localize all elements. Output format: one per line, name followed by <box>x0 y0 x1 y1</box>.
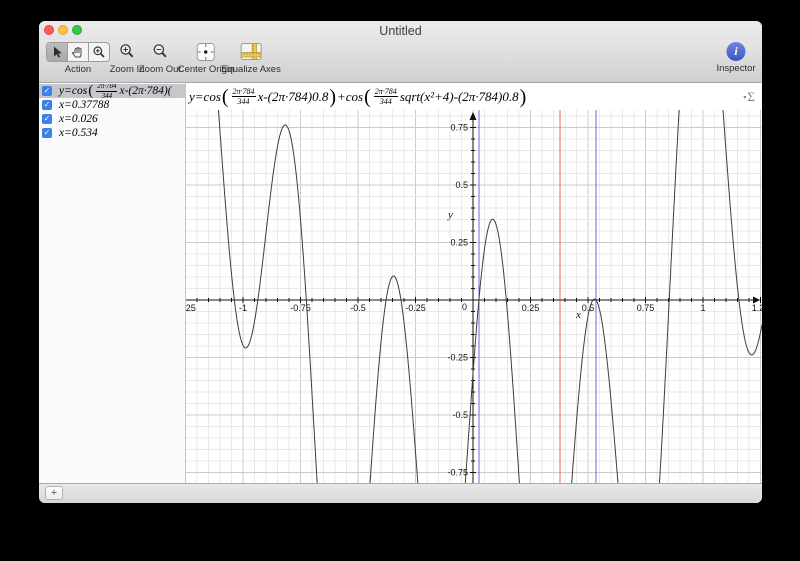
chevron-down-icon: ▾ <box>743 94 747 101</box>
center-origin-icon <box>197 43 215 61</box>
arrow-cursor-icon <box>54 46 62 58</box>
inspector-label: Inspector <box>716 63 756 74</box>
graph-panel: y=cos(2π·784 344 x-(2π·784)0.8) +cos(2π·784… <box>186 83 762 483</box>
magnifier-plus-icon <box>93 46 105 58</box>
math-segment: sqrt(x²+4)-(2π·784)0.8 <box>399 88 519 104</box>
x-tick-label: 0.25 <box>522 303 540 313</box>
constant-x-lines <box>478 110 597 483</box>
x-tick-label: 1.25 <box>752 303 762 313</box>
y-tick-label: 0.25 <box>450 238 468 248</box>
math-segment: y=cos <box>59 85 88 97</box>
equation-row[interactable]: ✓ y=cos(2π·784 344 x-(2π·784)( <box>39 84 185 98</box>
math-segment: ) <box>329 85 337 108</box>
bottom-bar: + <box>39 483 762 503</box>
math-segment: ( <box>364 85 371 108</box>
math-segment: ( <box>88 84 94 98</box>
math-segment: ( <box>221 85 229 108</box>
y-axis-name: y <box>447 209 453 221</box>
equation-visibility-checkbox[interactable]: ✓ <box>42 100 52 110</box>
equation-visibility-checkbox[interactable]: ✓ <box>42 128 52 138</box>
x-axis-name: x <box>575 309 581 321</box>
equalize-axes-label: Equalize Axes <box>221 64 281 75</box>
y-tick-label: 0.5 <box>455 180 468 190</box>
x-tick-label: -1 <box>239 303 247 313</box>
x-tick-label: 0.5 <box>582 303 595 313</box>
equation-row-label: y=cos(2π·784 344 x-(2π·784)( <box>59 84 172 98</box>
origin-label: 0 <box>462 302 467 312</box>
grapher-window: Untitled Action Zoom In Zoom Out Center … <box>39 21 762 503</box>
y-tick-label: -0.75 <box>447 468 468 478</box>
action-segmented-control <box>46 42 110 62</box>
math-segment: x=0.37788 <box>59 99 110 111</box>
x-tick-label: -0.75 <box>290 303 311 313</box>
desktop: { "window": { "title": "Untitled" }, "to… <box>0 0 800 561</box>
zoom-out-button[interactable]: Zoom Out <box>139 42 181 75</box>
content-area: ✓ y=cos(2π·784 344 x-(2π·784)(✓ x=0.37788 ✓ x=… <box>39 83 762 483</box>
inspector-button[interactable]: i Inspector <box>716 42 756 74</box>
equalize-axes-icon <box>240 43 262 60</box>
x-tick-label: 1 <box>700 303 705 313</box>
equation-row[interactable]: ✓ x=0.026 <box>39 112 185 126</box>
equation-visibility-checkbox[interactable]: ✓ <box>42 86 52 96</box>
equation-row-label: x=0.534 <box>59 127 98 139</box>
math-segment: 2π·784 344 <box>96 84 118 98</box>
zoom-loupe-tool-button[interactable] <box>89 43 109 61</box>
equation-row-label: x=0.37788 <box>59 99 109 111</box>
math-segment: x-(2π·784)( <box>119 85 172 97</box>
equation-row[interactable]: ✓ x=0.37788 <box>39 98 185 112</box>
math-segment: 2π·784 344 <box>373 86 398 106</box>
hand-tool-button[interactable] <box>68 43 89 61</box>
action-tool-group: Action <box>46 42 110 75</box>
zoom-out-label: Zoom Out <box>138 64 182 75</box>
graph-canvas[interactable]: -1.25 -1 -0.75 -0.5 -0.25 0.25 0.5 0.75 1 1.25 -0.… <box>186 110 762 483</box>
main-equation[interactable]: y=cos(2π·784 344 x-(2π·784)0.8) +cos(2π·784… <box>189 87 527 107</box>
math-segment: ) <box>519 85 527 108</box>
y-tick-label: 0.75 <box>450 123 468 133</box>
y-tick-label: -0.25 <box>447 353 468 363</box>
add-equation-button[interactable]: + <box>45 486 63 500</box>
title-bar[interactable]: Untitled <box>39 21 762 40</box>
window-title: Untitled <box>379 24 422 38</box>
axes <box>186 112 761 483</box>
equation-row-label: x=0.026 <box>59 113 98 125</box>
x-tick-label: -0.5 <box>350 303 366 313</box>
toolbar: Action Zoom In Zoom Out Center Origin Eq… <box>39 40 762 83</box>
equation-list-panel: ✓ y=cos(2π·784 344 x-(2π·784)( ✓ x=0.37788 ✓ x=… <box>39 83 186 483</box>
equation-palette-button[interactable]: ▾ Σ <box>743 89 755 105</box>
inspector-icon: i <box>726 42 746 61</box>
equation-row[interactable]: ✓ x=0.534 <box>39 126 185 140</box>
sigma-icon: Σ <box>747 89 755 104</box>
math-segment: +cos <box>337 88 364 104</box>
x-tick-label: -1.25 <box>186 303 196 313</box>
arrow-cursor-tool-button[interactable] <box>47 43 68 61</box>
math-segment: 2π·784 344 <box>231 86 256 106</box>
math-segment: x=0.534 <box>59 127 98 139</box>
x-tick-label: 0.75 <box>637 303 655 313</box>
zoom-in-icon <box>120 44 134 58</box>
hand-icon <box>71 47 82 58</box>
zoom-out-icon <box>153 44 167 58</box>
y-tick-label: -0.5 <box>452 410 468 420</box>
function-curve <box>217 110 762 483</box>
action-label: Action <box>64 64 92 75</box>
math-segment: y=cos <box>189 88 221 104</box>
equalize-axes-button[interactable]: Equalize Axes <box>221 42 281 75</box>
equation-visibility-checkbox[interactable]: ✓ <box>42 114 52 124</box>
math-segment: x=0.026 <box>59 113 98 125</box>
equation-editor[interactable]: y=cos(2π·784 344 x-(2π·784)0.8) +cos(2π·784… <box>186 83 762 110</box>
math-segment: x-(2π·784)0.8 <box>257 88 329 104</box>
x-tick-label: -0.25 <box>405 303 426 313</box>
